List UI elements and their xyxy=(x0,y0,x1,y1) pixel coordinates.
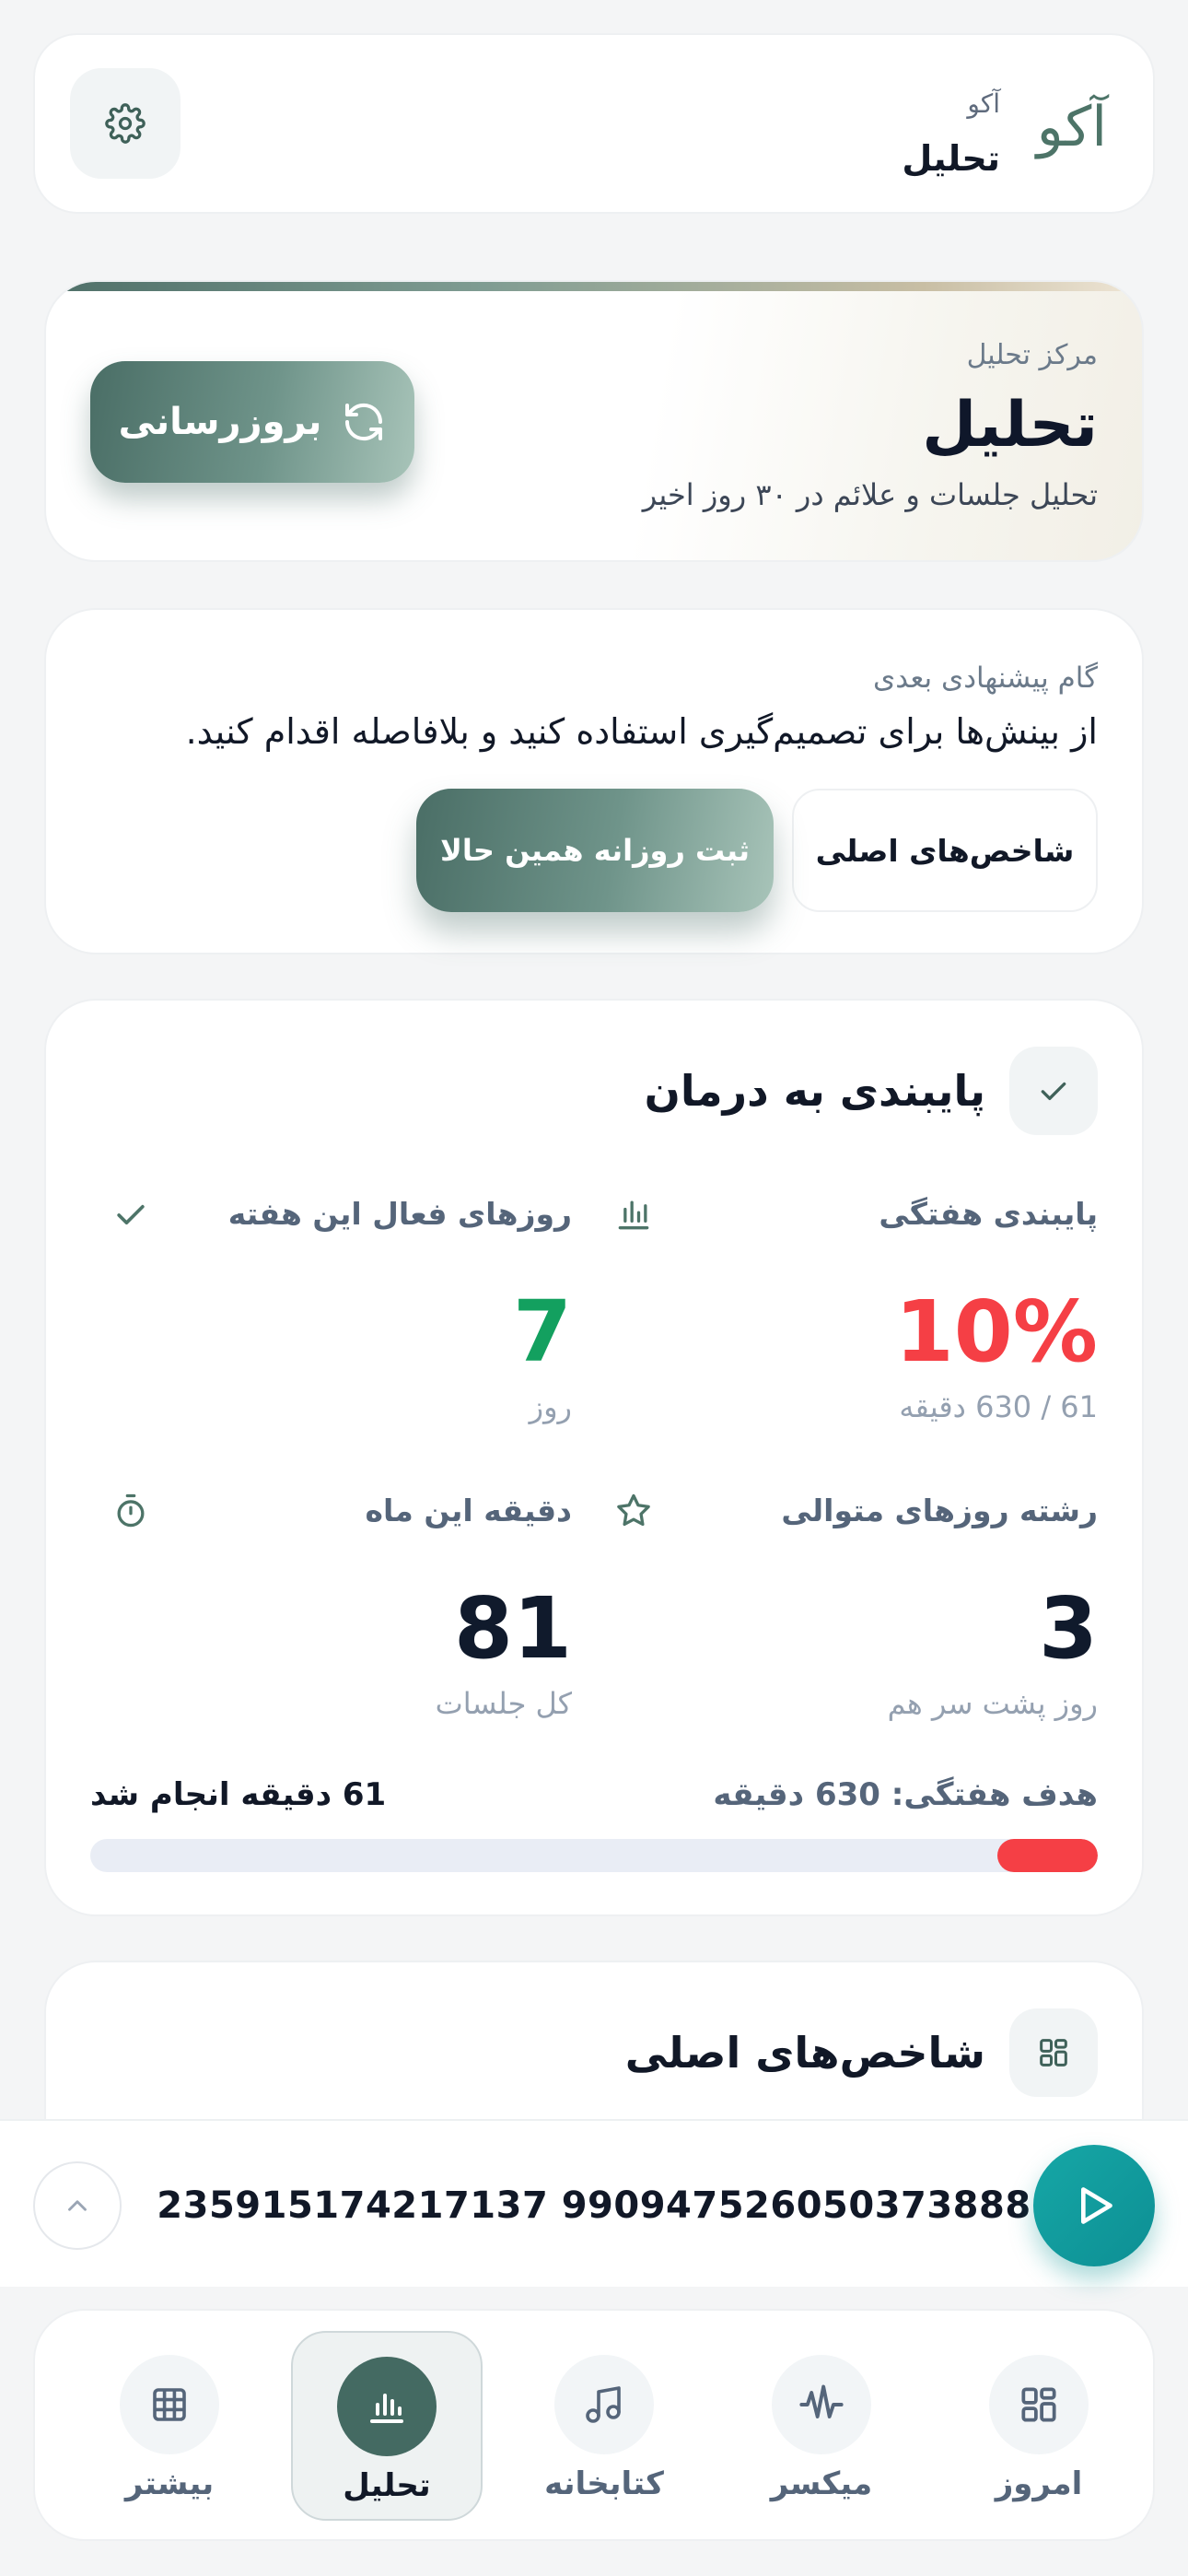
gear-icon xyxy=(105,103,146,144)
stat-active-days-value: 7 xyxy=(512,1282,572,1381)
weekly-progress-fill xyxy=(996,1839,1098,1872)
adherence-badge xyxy=(1009,1047,1098,1135)
nav-item-today[interactable]: امروز xyxy=(943,2331,1135,2521)
stat-weekly-sub: 61 / 630 دقیقه xyxy=(899,1389,1098,1424)
stat-active-days-label: روزهای فعال این هفته xyxy=(227,1196,572,1232)
kpi-title: شاخص‌های اصلی xyxy=(624,2028,985,2078)
weekly-progress-bar xyxy=(90,1839,1098,1872)
nav-icon-circle xyxy=(772,2355,871,2454)
stopwatch-icon xyxy=(117,1493,145,1528)
stat-minutes-sub: کل جلسات xyxy=(435,1686,572,1721)
nav-item-analytics[interactable]: تحلیل xyxy=(291,2331,483,2521)
nav-item-more[interactable]: بیشتر xyxy=(74,2331,265,2521)
hero-kicker: مرکز تحلیل xyxy=(966,339,1098,371)
refresh-label: بروزرسانی xyxy=(118,401,322,443)
kpi-badge xyxy=(1009,2008,1098,2097)
bottom-nav: امروز میکسر کتابخانه تحلیل بیشتر xyxy=(33,2309,1155,2541)
play-button[interactable] xyxy=(1033,2145,1155,2266)
analytics-icon xyxy=(370,2394,403,2423)
weekly-goal-label: هدف هفتگی: 630 دقیقه xyxy=(713,1776,1098,1813)
adherence-card: پایبندی به درمان پایبندی هفتگی 10% 61 / … xyxy=(44,999,1144,1916)
stat-weekly-value: 10% xyxy=(894,1282,1098,1381)
nav-item-library[interactable]: کتابخانه xyxy=(508,2331,700,2521)
grid-icon xyxy=(153,2388,186,2421)
nav-label: تحلیل xyxy=(343,2467,431,2504)
star-icon xyxy=(617,1493,650,1527)
hero-gradient-bar xyxy=(46,282,1142,291)
stat-weekly-label: پایبندی هفتگی xyxy=(879,1196,1098,1232)
adherence-title: پایبندی به درمان xyxy=(644,1066,985,1116)
refresh-icon xyxy=(345,403,383,441)
hero-title: تحلیل xyxy=(922,389,1098,462)
page-title: تحلیل xyxy=(902,138,1000,179)
nav-label: کتابخانه xyxy=(544,2465,664,2502)
stat-streak-sub: روز پشت سر هم xyxy=(887,1686,1098,1721)
stat-streak-label: رشته روزهای متوالی xyxy=(781,1493,1098,1528)
dashboard-icon xyxy=(1021,2387,1056,2422)
app-header: آکو تحلیل آکو xyxy=(33,33,1155,214)
hero-description: تحلیل جلسات و علائم در ۳۰ روز اخیر xyxy=(642,477,1098,512)
analytics-hero-card: مرکز تحلیل تحلیل تحلیل جلسات و علائم در … xyxy=(44,280,1144,562)
brand-subtitle: آکو xyxy=(967,88,1000,119)
nav-icon-circle xyxy=(120,2355,219,2454)
nav-icon-circle xyxy=(554,2355,654,2454)
nav-icon-circle xyxy=(989,2355,1089,2454)
stat-streak-value: 3 xyxy=(1038,1579,1098,1678)
stat-active-days-sub: روز xyxy=(529,1389,572,1424)
nav-label: بیشتر xyxy=(124,2465,215,2502)
nav-label: میکسر xyxy=(770,2465,873,2502)
bar-chart-icon xyxy=(618,1200,649,1230)
next-step-card: گام پیشنهادی بعدی از بینش‌ها برای تصمیم‌… xyxy=(44,608,1144,954)
next-step-text: از بینش‌ها برای تصمیم‌گیری استفاده کنید … xyxy=(185,711,1098,752)
next-step-kicker: گام پیشنهادی بعدی xyxy=(872,662,1098,695)
journal-now-button[interactable]: ثبت روزانه همین حالا xyxy=(416,789,774,912)
settings-button[interactable] xyxy=(70,68,181,179)
brand-logo: آکو xyxy=(1036,95,1109,159)
refresh-button[interactable]: بروزرسانی xyxy=(90,361,414,483)
nav-item-mixer[interactable]: میکسر xyxy=(726,2331,917,2521)
check-icon xyxy=(1041,1082,1066,1100)
minutes-done-label: 61 دقیقه انجام شد xyxy=(90,1776,387,1813)
chevron-up-icon xyxy=(68,2200,87,2211)
stat-minutes-value: 81 xyxy=(453,1579,572,1678)
play-icon xyxy=(1081,2187,1112,2224)
stat-minutes-label: دقیقه این ماه xyxy=(365,1493,572,1528)
kpi-button[interactable]: شاخص‌های اصلی xyxy=(792,789,1098,912)
dashboard-icon xyxy=(1040,2039,1067,2067)
mini-player: 235915174217137 990947526050373888 xyxy=(0,2119,1188,2287)
now-playing-title: 235915174217137 990947526050373888 xyxy=(157,2184,1031,2227)
check-icon xyxy=(117,1204,145,1224)
waveform-icon xyxy=(799,2384,844,2418)
nav-label: امروز xyxy=(995,2465,1083,2502)
player-expand-button[interactable] xyxy=(33,2161,122,2250)
music-note-icon xyxy=(586,2386,621,2423)
nav-icon-circle xyxy=(337,2357,437,2456)
